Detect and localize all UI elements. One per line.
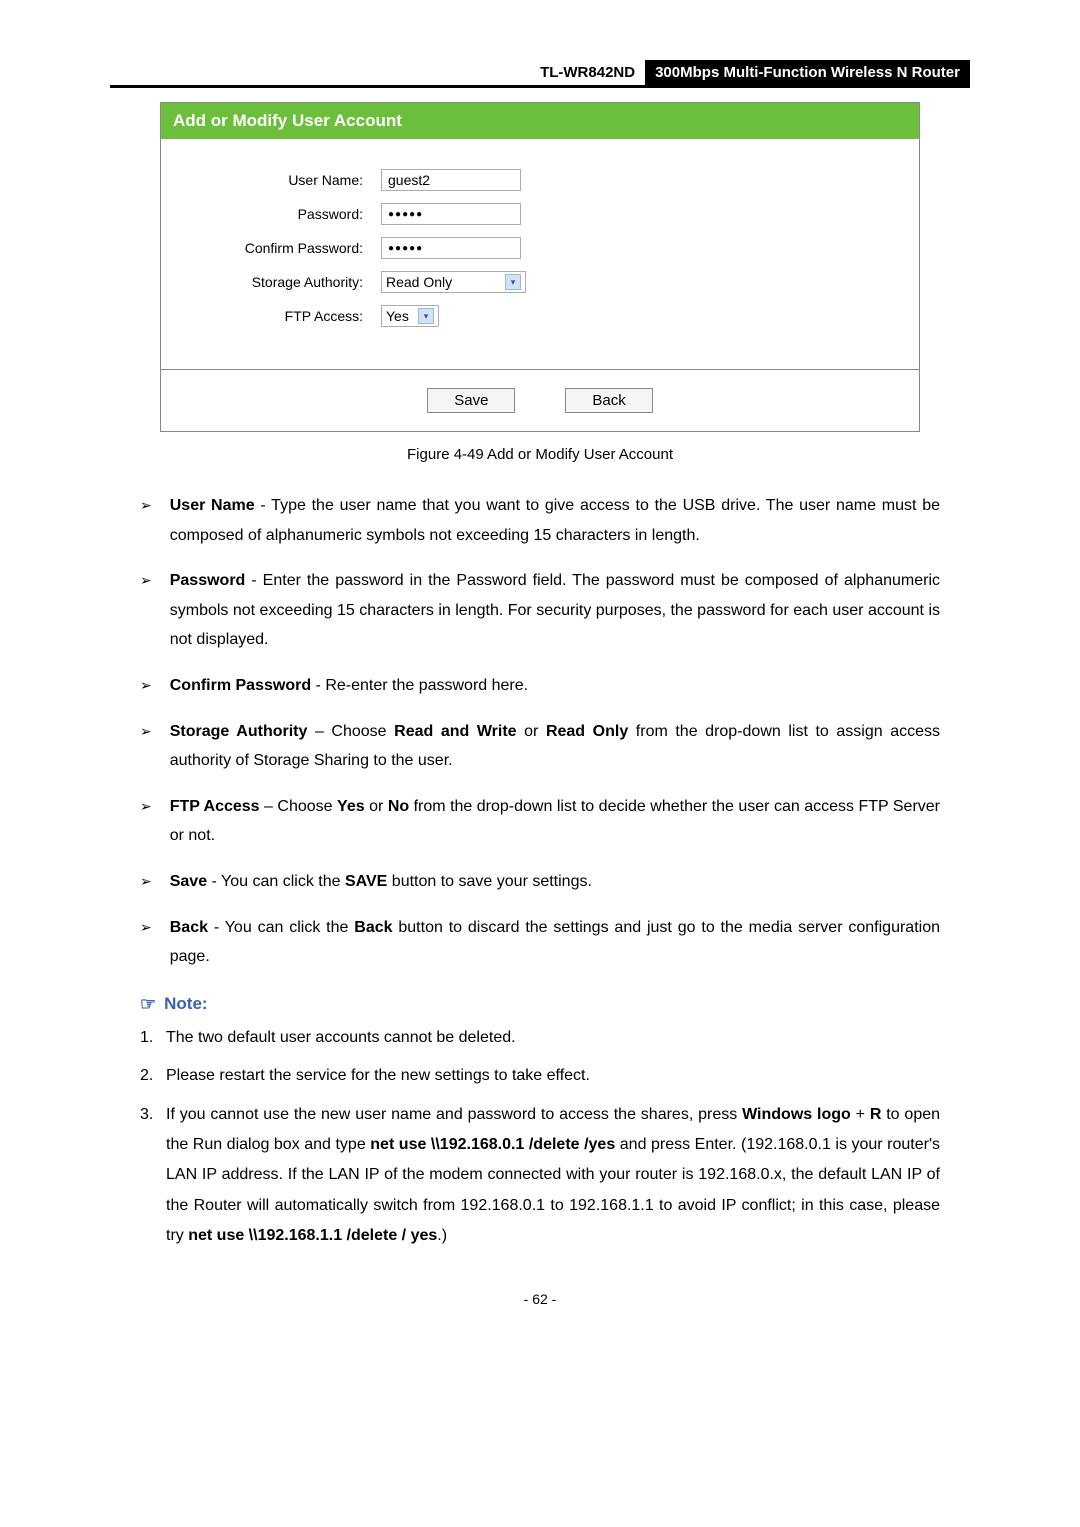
list-item: 2. Please restart the service for the ne… xyxy=(140,1061,940,1091)
bullet-icon: ➢ xyxy=(140,867,152,897)
page-number: - 62 - xyxy=(110,1291,970,1307)
ftp-value: Yes xyxy=(386,308,409,324)
list-item: ➢ Storage Authority – Choose Read and Wr… xyxy=(140,717,940,776)
list-item: ➢ Back - You can click the Back button t… xyxy=(140,913,940,972)
bullet-text: Password - Enter the password in the Pas… xyxy=(170,566,940,655)
save-button[interactable]: Save xyxy=(427,388,515,413)
bullet-icon: ➢ xyxy=(140,913,152,972)
field-description-list: ➢ User Name - Type the user name that yo… xyxy=(140,491,940,972)
back-button[interactable]: Back xyxy=(565,388,652,413)
row-password: Password: ●●●●● xyxy=(181,203,899,225)
confirm-mask: ●●●●● xyxy=(388,243,423,254)
list-item: ➢ Password - Enter the password in the P… xyxy=(140,566,940,655)
label-ftp: FTP Access: xyxy=(181,308,381,324)
label-authority: Storage Authority: xyxy=(181,274,381,290)
button-row: Save Back xyxy=(161,369,919,431)
num-marker: 1. xyxy=(140,1023,166,1053)
bullet-icon: ➢ xyxy=(140,671,152,701)
list-item: ➢ User Name - Type the user name that yo… xyxy=(140,491,940,550)
bullet-text: Confirm Password - Re-enter the password… xyxy=(170,671,940,701)
note-heading: ☞ Note: xyxy=(140,994,970,1015)
chevron-down-icon: ▾ xyxy=(418,308,434,324)
row-ftp: FTP Access: Yes ▾ xyxy=(181,305,899,327)
ftp-select[interactable]: Yes ▾ xyxy=(381,305,439,327)
list-item: 1. The two default user accounts cannot … xyxy=(140,1023,940,1053)
list-item: ➢ FTP Access – Choose Yes or No from the… xyxy=(140,792,940,851)
bullet-text: User Name - Type the user name that you … xyxy=(170,491,940,550)
note-label: Note: xyxy=(164,994,207,1014)
bullet-icon: ➢ xyxy=(140,792,152,851)
list-item: 3. If you cannot use the new user name a… xyxy=(140,1100,940,1252)
bullet-text: Storage Authority – Choose Read and Writ… xyxy=(170,717,940,776)
note-text: The two default user accounts cannot be … xyxy=(166,1023,940,1053)
model-number: TL-WR842ND xyxy=(530,60,645,85)
figure-caption: Figure 4-49 Add or Modify User Account xyxy=(110,446,970,463)
product-description: 300Mbps Multi-Function Wireless N Router xyxy=(645,60,970,85)
row-confirm: Confirm Password: ●●●●● xyxy=(181,237,899,259)
label-confirm: Confirm Password: xyxy=(181,240,381,256)
note-text: If you cannot use the new user name and … xyxy=(166,1100,940,1252)
bullet-icon: ➢ xyxy=(140,566,152,655)
password-input[interactable]: ●●●●● xyxy=(381,203,521,225)
form-area: User Name: Password: ●●●●● Confirm Passw… xyxy=(161,139,919,369)
bullet-text: Back - You can click the Back button to … xyxy=(170,913,940,972)
row-authority: Storage Authority: Read Only ▾ xyxy=(181,271,899,293)
authority-select[interactable]: Read Only ▾ xyxy=(381,271,526,293)
row-username: User Name: xyxy=(181,169,899,191)
bullet-text: Save - You can click the SAVE button to … xyxy=(170,867,940,897)
authority-value: Read Only xyxy=(386,274,452,290)
bullet-text: FTP Access – Choose Yes or No from the d… xyxy=(170,792,940,851)
chevron-down-icon: ▾ xyxy=(505,274,521,290)
note-list: 1. The two default user accounts cannot … xyxy=(140,1023,940,1252)
list-item: ➢ Save - You can click the SAVE button t… xyxy=(140,867,940,897)
note-text: Please restart the service for the new s… xyxy=(166,1061,940,1091)
num-marker: 2. xyxy=(140,1061,166,1091)
list-item: ➢ Confirm Password - Re-enter the passwo… xyxy=(140,671,940,701)
bullet-icon: ➢ xyxy=(140,717,152,776)
username-input[interactable] xyxy=(381,169,521,191)
bullet-icon: ➢ xyxy=(140,491,152,550)
confirm-input[interactable]: ●●●●● xyxy=(381,237,521,259)
page-header: TL-WR842ND 300Mbps Multi-Function Wirele… xyxy=(110,60,970,88)
router-ui-screenshot: Add or Modify User Account User Name: Pa… xyxy=(160,102,920,432)
panel-title: Add or Modify User Account xyxy=(161,103,919,139)
label-password: Password: xyxy=(181,206,381,222)
password-mask: ●●●●● xyxy=(388,209,423,220)
label-username: User Name: xyxy=(181,172,381,188)
num-marker: 3. xyxy=(140,1100,166,1252)
pointing-hand-icon: ☞ xyxy=(140,994,156,1015)
